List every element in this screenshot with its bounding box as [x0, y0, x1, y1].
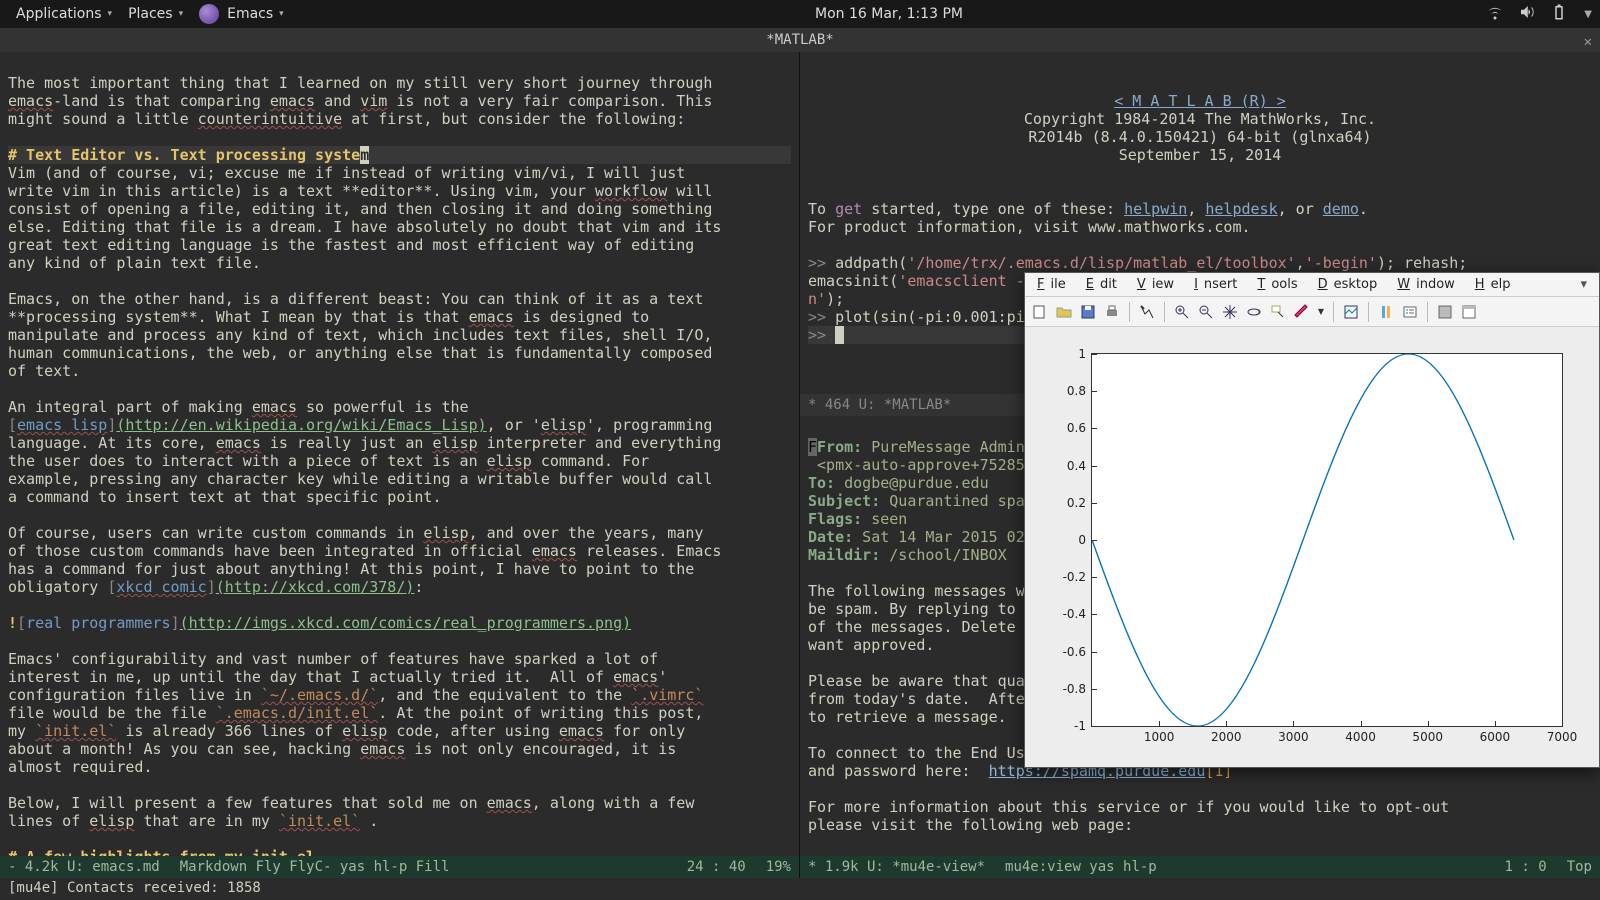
- wifi-icon[interactable]: [1486, 3, 1504, 25]
- menu-tools[interactable]: Tools: [1251, 275, 1309, 294]
- xtick-label: 1000: [1144, 726, 1175, 744]
- figure-canvas[interactable]: -1 -0.8 -0.6 -0.4 -0.2 0 0.2 0.4 0.6 0.8 1 1000 2000…: [1033, 343, 1581, 759]
- emacs-close-button[interactable]: ✕: [1584, 30, 1592, 54]
- ytick-label: -0.6: [1063, 645, 1092, 659]
- sine-curve: [1092, 354, 1562, 726]
- brush-icon[interactable]: [1291, 301, 1313, 323]
- ytick-label: 0.2: [1067, 496, 1092, 510]
- print-icon[interactable]: [1101, 301, 1123, 323]
- emacs-window-title: *MATLAB* ✕: [0, 28, 1600, 52]
- save-icon[interactable]: [1077, 301, 1099, 323]
- menu-help[interactable]: Help: [1469, 275, 1523, 294]
- menu-view[interactable]: View: [1131, 275, 1186, 294]
- ytick-label: -0.2: [1063, 570, 1092, 584]
- echo-area: [mu4e] Contacts received: 1858: [0, 878, 1600, 900]
- brush-dropdown-icon[interactable]: ▼: [1315, 301, 1327, 323]
- ytick-label: 0.8: [1067, 384, 1092, 398]
- left-buffer-emacs-md[interactable]: The most important thing that I learned …: [0, 52, 799, 856]
- left-modeline: - 4.2k U: emacs.md Markdown Fly FlyC- ya…: [0, 856, 799, 878]
- emacs-app-icon: [199, 4, 219, 24]
- xtick-label: 6000: [1480, 726, 1511, 744]
- xtick-label: 7000: [1547, 726, 1578, 744]
- ytick-label: 0.4: [1067, 459, 1092, 473]
- xtick-label: 4000: [1345, 726, 1376, 744]
- ytick-label: -0.8: [1063, 682, 1092, 696]
- applications-menu[interactable]: Applications▾: [8, 6, 120, 22]
- emacs-taskbar-entry[interactable]: Emacs▾: [191, 4, 292, 24]
- figure-toolbar: ▼: [1025, 297, 1599, 327]
- menu-insert[interactable]: Insert: [1188, 275, 1249, 294]
- mu4e-modeline: * 1.9k U: *mu4e-view* mu4e:view yas hl-p…: [800, 856, 1600, 878]
- legend-icon[interactable]: [1399, 301, 1421, 323]
- open-icon[interactable]: [1053, 301, 1075, 323]
- places-menu[interactable]: Places▾: [120, 6, 191, 22]
- rotate3d-icon[interactable]: [1243, 301, 1265, 323]
- hide-tools-icon[interactable]: [1434, 301, 1456, 323]
- gnome-top-panel: Applications▾ Places▾ Emacs▾ Mon 16 Mar,…: [0, 0, 1600, 28]
- volume-icon[interactable]: [1518, 3, 1536, 25]
- show-tools-icon[interactable]: [1458, 301, 1480, 323]
- menu-file[interactable]: File: [1031, 275, 1078, 294]
- menu-desktop[interactable]: Desktop: [1312, 275, 1390, 294]
- battery-icon[interactable]: [1550, 3, 1568, 25]
- ytick-label: -0.4: [1063, 607, 1092, 621]
- link-plot-icon[interactable]: [1340, 301, 1362, 323]
- clock[interactable]: Mon 16 Mar, 1:13 PM: [807, 6, 971, 22]
- ytick-label: -1: [1074, 719, 1092, 733]
- user-menu-caret[interactable]: ▼: [1584, 9, 1592, 20]
- pan-icon[interactable]: [1219, 301, 1241, 323]
- datacursor-icon[interactable]: [1267, 301, 1289, 323]
- ytick-label: 0.6: [1067, 421, 1092, 435]
- colorbar-icon[interactable]: [1375, 301, 1397, 323]
- menu-window[interactable]: Window: [1391, 275, 1467, 294]
- xtick-label: 2000: [1211, 726, 1242, 744]
- zoom-out-icon[interactable]: [1195, 301, 1217, 323]
- figure-menubar: File Edit View Insert Tools Desktop Wind…: [1025, 273, 1599, 297]
- plot-axes: -1-0.8-0.6-0.4-0.200.20.40.60.8110002000…: [1091, 353, 1563, 727]
- matlab-figure-window[interactable]: Figure 1 ▢ ✕ File Edit View Insert Tools…: [1024, 272, 1600, 768]
- edit-plot-icon[interactable]: [1136, 301, 1158, 323]
- xtick-label: 5000: [1412, 726, 1443, 744]
- new-figure-icon[interactable]: [1029, 301, 1051, 323]
- menu-edit[interactable]: Edit: [1080, 275, 1129, 294]
- ytick-label: 0: [1078, 533, 1092, 547]
- figure-menubar-overflow-icon[interactable]: ▾: [1574, 275, 1593, 294]
- xtick-label: 3000: [1278, 726, 1309, 744]
- ytick-label: 1: [1078, 347, 1092, 361]
- zoom-in-icon[interactable]: [1171, 301, 1193, 323]
